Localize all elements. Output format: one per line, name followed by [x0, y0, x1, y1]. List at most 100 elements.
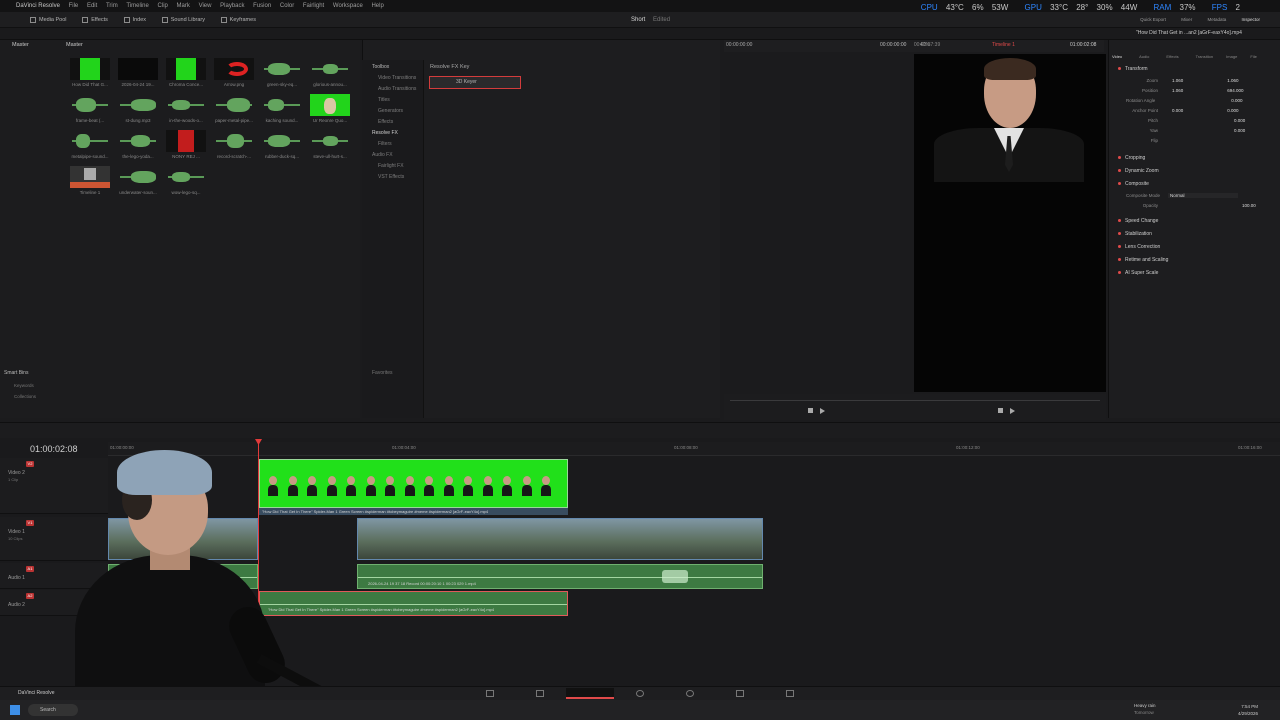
position-y-field[interactable]: 694.000 [1227, 88, 1243, 93]
page-fusion-icon[interactable] [636, 690, 644, 697]
menu-view[interactable]: View [199, 0, 212, 12]
v1-clip-right[interactable] [357, 518, 763, 560]
zoom-x-field[interactable]: 1.060 [1172, 78, 1183, 83]
track-tag[interactable]: A2 [26, 593, 34, 599]
tree-filters[interactable]: Filters [362, 139, 423, 150]
media-pool-clip[interactable]: kaching sound... [262, 94, 302, 126]
system-clock[interactable]: 7:54 PM 4/29/2026 [1238, 703, 1258, 717]
stop-button[interactable] [808, 408, 813, 413]
keywords-bin[interactable]: Keywords [14, 383, 34, 388]
track-header[interactable]: V2 Video 21 Clip [0, 458, 108, 514]
metadata-button[interactable]: Metadata [1207, 17, 1226, 22]
media-pool-button[interactable]: Media Pool [30, 12, 67, 28]
inspector-button[interactable]: Inspector [1241, 17, 1260, 22]
scrubber[interactable] [730, 400, 1100, 401]
track-tag[interactable]: A1 [26, 566, 34, 572]
menu-timeline[interactable]: Timeline [126, 0, 148, 12]
dynamic-zoom-section[interactable]: Dynamic Zoom [1118, 168, 1159, 174]
media-pool-clip[interactable]: glorious-annou... [310, 58, 350, 90]
pitch-field[interactable]: 0.000 [1234, 118, 1245, 123]
opacity-field[interactable]: 100.00 [1242, 203, 1256, 208]
effects-button[interactable]: Effects [82, 12, 108, 28]
media-pool-clip[interactable]: the-lego-yoda... [118, 130, 158, 162]
composite-mode-select[interactable]: Normal [1168, 193, 1239, 198]
start-icon[interactable] [10, 705, 20, 715]
tab-transition[interactable]: Transition [1196, 54, 1213, 59]
tab-image[interactable]: Image [1226, 54, 1237, 59]
tab-effects[interactable]: Effects [1166, 54, 1178, 59]
tab-file[interactable]: File [1250, 54, 1256, 59]
media-pool-clip[interactable]: frame-beat (... [70, 94, 110, 126]
mixer-button[interactable]: Mixer [1181, 17, 1192, 22]
menu-fusion[interactable]: Fusion [253, 0, 271, 12]
media-pool-clip[interactable]: rubber-duck-sq... [262, 130, 302, 162]
tree-effects[interactable]: Effects [362, 117, 423, 128]
tree-toolbox[interactable]: Toolbox [362, 62, 423, 73]
tree-audio-fx[interactable]: Audio FX [362, 150, 423, 161]
tab-audio[interactable]: Audio [1139, 54, 1149, 59]
media-pool-clip[interactable]: Arrow.png [214, 58, 254, 90]
menu-fairlight[interactable]: Fairlight [303, 0, 324, 12]
media-pool-clip[interactable]: Chroma Conce... [166, 58, 206, 90]
tree-video-transitions[interactable]: Video Transitions [362, 73, 423, 84]
page-color-icon[interactable] [686, 690, 694, 697]
page-media-icon[interactable] [486, 690, 494, 697]
rotation-field[interactable]: 0.000 [1231, 98, 1242, 103]
page-deliver-icon[interactable] [786, 690, 794, 697]
menu-playback[interactable]: Playback [220, 0, 244, 12]
media-pool-clip[interactable]: in-the-woods-o... [166, 94, 206, 126]
menu-file[interactable]: File [69, 0, 79, 12]
media-pool-clip[interactable]: underwater-soun... [118, 166, 158, 198]
page-edit-icon[interactable] [566, 688, 614, 699]
track-header[interactable]: V1 Video 1 10 Clips [0, 517, 108, 561]
effect-3d-keyer[interactable]: 3D Keyer [429, 76, 521, 89]
keyframes-button[interactable]: Keyframes [220, 12, 256, 28]
transform-section[interactable]: Transform [1118, 66, 1148, 72]
media-pool-clip[interactable]: metalpipe-sound... [70, 130, 110, 162]
media-pool-clip[interactable]: green-sky-eq... [262, 58, 302, 90]
inspector-section[interactable]: AI Super Scale [1118, 270, 1158, 276]
timeline-name[interactable]: Timeline 1 [992, 42, 1015, 48]
tree-fairlight-fx[interactable]: Fairlight FX [362, 161, 423, 172]
weather-widget[interactable]: Heavy rain Tomorrow [1134, 702, 1156, 716]
menu-clip[interactable]: Clip [158, 0, 168, 12]
track-tag[interactable]: V2 [26, 461, 34, 467]
index-button[interactable]: Index [123, 12, 146, 28]
inspector-section[interactable]: Stabilization [1118, 231, 1152, 237]
timeline-play-button[interactable] [1010, 408, 1015, 414]
anchor-y-field[interactable]: 0.000 [1227, 108, 1238, 113]
master-bin-tab[interactable]: Master [0, 40, 60, 50]
menu-edit[interactable]: Edit [87, 0, 97, 12]
inspector-section[interactable]: Retime and Scaling [1118, 257, 1168, 263]
tree-titles[interactable]: Titles [362, 95, 423, 106]
media-pool-clip[interactable]: steve-ull-hurt-s... [310, 130, 350, 162]
media-pool-clip[interactable]: Timeline 1 [70, 166, 110, 198]
menu-mark[interactable]: Mark [177, 0, 190, 12]
inspector-section[interactable]: Speed Change [1118, 218, 1158, 224]
media-pool-clip[interactable]: Ur Reonre Quo... [310, 94, 350, 126]
media-pool-clip[interactable]: NONY REJ ... [166, 130, 206, 162]
media-pool-clip[interactable]: 2026-04-24 19... [118, 58, 158, 90]
media-pool-clip[interactable]: How Did That G... [70, 58, 110, 90]
a2-clip[interactable] [259, 591, 568, 616]
menu-help[interactable]: Help [371, 0, 383, 12]
timeline-stop-button[interactable] [998, 408, 1003, 413]
quick-export-button[interactable]: Quick Export [1140, 17, 1166, 22]
menu-trim[interactable]: Trim [106, 0, 118, 12]
zoom-y-field[interactable]: 1.060 [1227, 78, 1238, 83]
tree-vst-effects[interactable]: VST Effects [362, 172, 423, 183]
track-tag[interactable]: V1 [26, 520, 34, 526]
anchor-x-field[interactable]: 0.000 [1172, 108, 1183, 113]
media-pool-clip[interactable]: record-scratch-... [214, 130, 254, 162]
composite-section[interactable]: Composite [1118, 181, 1149, 187]
sound-library-button[interactable]: Sound Library [161, 12, 205, 28]
inspector-section[interactable]: Lens Correction [1118, 244, 1160, 250]
page-cut-icon[interactable] [536, 690, 544, 697]
tree-resolve-fx[interactable]: Resolve FX [362, 128, 423, 139]
tree-generators[interactable]: Generators [362, 106, 423, 117]
favorites-heading[interactable]: Favorites [372, 370, 393, 376]
cropping-section[interactable]: Cropping [1118, 155, 1145, 161]
tab-video[interactable]: Video [1112, 54, 1122, 59]
position-x-field[interactable]: 1.060 [1172, 88, 1183, 93]
media-pool-clip[interactable]: st-dung.mp3 [118, 94, 158, 126]
